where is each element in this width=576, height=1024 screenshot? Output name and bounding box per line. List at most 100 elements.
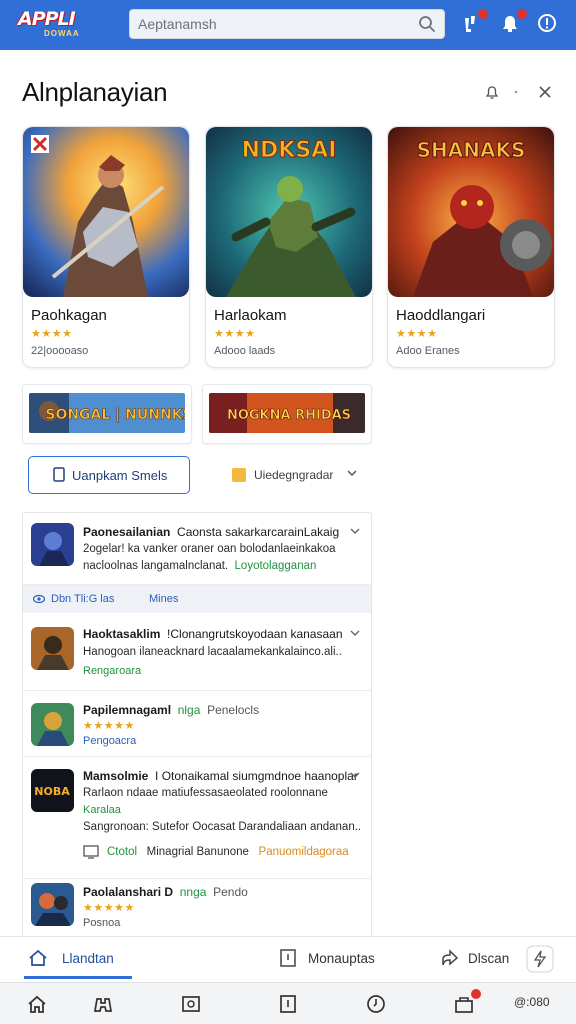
- list-item-title: Haoktasaklim: [83, 627, 161, 641]
- media-icon[interactable]: [180, 993, 202, 1015]
- list-item-title-line: Mamsolmie I Otonaikamal siumgmdnoe haano…: [83, 769, 358, 783]
- list-item-title: Paonesailanian: [83, 525, 171, 539]
- filter-button[interactable]: Uanpkam Smels: [28, 456, 190, 494]
- list-item-link[interactable]: Karalaa: [83, 804, 121, 816]
- chevron-down-icon[interactable]: [349, 627, 361, 639]
- home-icon: [29, 949, 47, 966]
- featured-game-card[interactable]: SHANAKS Haoddlangari ★★★★ Adoo Eranes: [387, 126, 555, 368]
- chevron-down-icon[interactable]: [349, 769, 361, 781]
- list-item-link[interactable]: Rengaroara: [83, 665, 141, 677]
- promo-banner-image: SONGAL | NUNNKS: [29, 393, 185, 433]
- list-item-desc: Caonsta sakarkarcarainLakaig: [177, 525, 340, 539]
- search-box[interactable]: [129, 9, 445, 39]
- list-item-line-wrap: nacloolnas langamalnclanat. Loyotolaggan…: [83, 560, 316, 572]
- download-count: 22|ooooaso: [31, 345, 89, 357]
- list-item-desc: !Clonangrutskoyodaan kanasaan: [167, 627, 343, 641]
- star-rating: ★★★★: [31, 328, 73, 340]
- list-item-footer-link[interactable]: Panuomildagoraa: [259, 846, 349, 858]
- game-name: Haoddlangari: [396, 307, 486, 324]
- bottom-tab-bar: Llandtan Monauptas Dlscan: [0, 936, 576, 980]
- flash-icon[interactable]: [526, 945, 554, 973]
- tab-home[interactable]: Llandtan: [0, 937, 180, 981]
- list-item-tag: nlga: [177, 703, 201, 717]
- tab-label: Dlscan: [468, 951, 510, 966]
- section-label: Dbn Tli:G las: [51, 593, 115, 605]
- clock-icon[interactable]: [365, 993, 387, 1015]
- promo-banner[interactable]: NOGKNA RHIDAS: [202, 384, 372, 444]
- game-thumbnail: [31, 703, 74, 746]
- logo-sub-text: DOWAA: [44, 29, 80, 38]
- list-item-desc: I Otonaikamal siumgmdnoe haanoplar: [155, 769, 358, 783]
- list-item[interactable]: Paolalanshari D nnga Pendo ★★★★★ Posnoa: [23, 879, 371, 939]
- list-item-line: 2ogelar! ka vanker oraner oan bolodanlae…: [83, 543, 336, 555]
- search-icon[interactable]: [418, 15, 436, 33]
- star-rating: ★★★★★: [83, 902, 135, 914]
- star-rating: ★★★★: [214, 328, 256, 340]
- filter-button-label: Uanpkam Smels: [72, 468, 168, 483]
- game-list: Paonesailanian Caonsta sakarkarcarainLak…: [22, 512, 372, 940]
- list-item-line: Sangronoan: Sutefor Oocasat Darandaliaan…: [83, 821, 362, 833]
- list-item-footer-tag: Ctotol: [107, 846, 138, 858]
- tab-label: Llandtan: [62, 951, 114, 966]
- list-item-link[interactable]: Loyotolagganan: [235, 560, 317, 572]
- list-item-title-line: Paonesailanian Caonsta sakarkarcarainLak…: [83, 525, 339, 539]
- game-name: Paohkagan: [31, 307, 107, 324]
- bookmark-icon[interactable]: [277, 993, 299, 1015]
- home-icon[interactable]: [26, 993, 48, 1015]
- list-item[interactable]: Paonesailanian Caonsta sakarkarcarainLak…: [23, 513, 371, 585]
- banner-text: NOGKNA RHIDAS: [227, 408, 351, 423]
- promo-banner[interactable]: SONGAL | NUNNKS: [22, 384, 192, 444]
- game-thumbnail: [31, 883, 74, 926]
- active-tab-indicator: [24, 976, 132, 979]
- list-item-title-line: Papilemnagaml nlga Penelocls: [83, 703, 259, 717]
- svg-text:NOBA: NOBA: [34, 785, 70, 798]
- bell-icon[interactable]: [499, 9, 527, 34]
- gift-icon[interactable]: [460, 9, 488, 34]
- sort-dropdown[interactable]: Uiedegngradar: [228, 460, 364, 490]
- list-item-title: Paolalanshari D: [83, 885, 174, 899]
- book-icon: [280, 949, 296, 967]
- list-item[interactable]: Haoktasaklim !Clonangrutskoyodaan kanasa…: [23, 613, 371, 691]
- store-icon[interactable]: [453, 989, 481, 1015]
- list-item-link[interactable]: Posnoa: [83, 917, 120, 929]
- logo-main-text: APPLI: [18, 8, 76, 30]
- game-thumbnail: NOBA: [31, 769, 74, 812]
- list-item-line: Rarlaon ndaae matiufessasaeolated roolon…: [83, 787, 328, 799]
- close-icon[interactable]: [537, 84, 553, 100]
- section-link[interactable]: Mines: [149, 593, 178, 605]
- tab-label: Monauptas: [308, 951, 375, 966]
- more-dot-icon[interactable]: [508, 84, 524, 100]
- game-cover-image: NDKSAI: [206, 127, 372, 297]
- list-item[interactable]: Papilemnagaml nlga Penelocls ★★★★★ Pengo…: [23, 691, 371, 757]
- chevron-down-icon[interactable]: [349, 525, 361, 537]
- list-item[interactable]: NOBA Mamsolmie I Otonaikamal siumgmdnoe …: [23, 757, 371, 879]
- game-thumbnail: [31, 627, 74, 670]
- settings-counter[interactable]: @:080: [514, 993, 556, 1015]
- featured-game-card[interactable]: Paohkagan ★★★★ 22|ooooaso: [22, 126, 190, 368]
- list-item-link[interactable]: Pengoacra: [83, 735, 136, 747]
- promo-banner-image: NOGKNA RHIDAS: [209, 393, 365, 433]
- counter-text: @:080: [514, 995, 550, 1009]
- controller-icon[interactable]: [92, 993, 114, 1015]
- sort-dropdown-label: Uiedegngradar: [254, 468, 334, 482]
- tab-discover[interactable]: Dlscan: [430, 937, 576, 981]
- search-input[interactable]: [138, 14, 408, 34]
- featured-game-card[interactable]: NDKSAI Harlaokam ★★★★ Adooo laads: [205, 126, 373, 368]
- info-icon[interactable]: [536, 12, 558, 34]
- app-logo[interactable]: APPLI DOWAA: [18, 9, 92, 39]
- list-item-footer: Ctotol Minagrial Banunone Panuomildagora…: [107, 846, 349, 858]
- banner-text: SONGAL | NUNNKS: [45, 407, 185, 423]
- game-name: Harlaokam: [214, 307, 287, 324]
- tab-library[interactable]: Monauptas: [260, 937, 400, 981]
- star-rating: ★★★★: [396, 328, 438, 340]
- top-app-bar: APPLI DOWAA: [0, 0, 576, 50]
- bell-outline-icon[interactable]: [484, 84, 500, 100]
- page-title: Alnplanayian: [22, 77, 168, 107]
- chevron-down-icon: [347, 470, 357, 477]
- list-item-line: nacloolnas langamalnclanat.: [83, 560, 229, 572]
- share-icon: [442, 949, 459, 966]
- download-count: Adooo laads: [214, 345, 276, 357]
- list-item-title-line: Paolalanshari D nnga Pendo: [83, 885, 248, 899]
- list-item-tag-secondary: Penelocls: [207, 703, 260, 717]
- list-item-title: Mamsolmie: [83, 769, 149, 783]
